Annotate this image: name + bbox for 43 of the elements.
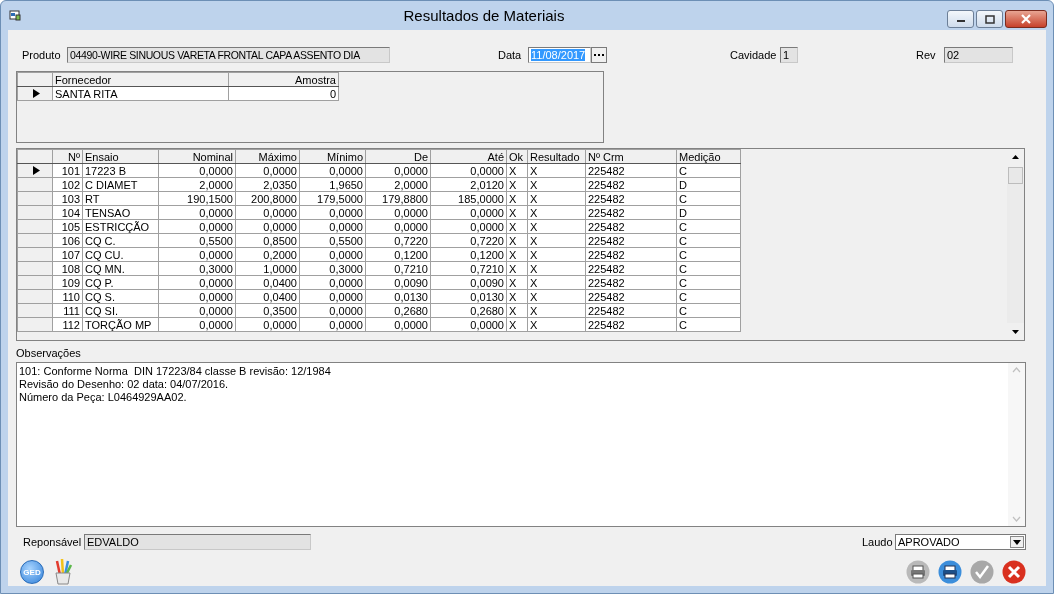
column-header[interactable]: Medição [676,149,741,164]
check-icon[interactable] [970,560,994,584]
column-header[interactable]: Amostra [228,72,339,87]
cancel-icon[interactable] [1002,560,1026,584]
column-header[interactable]: Ok [506,149,528,164]
pencil-cup-icon[interactable] [52,559,74,585]
column-header[interactable]: Fornecedor [52,72,229,87]
scroll-thumb[interactable] [1008,167,1023,184]
column-header[interactable]: Resultado [527,149,586,164]
current-row-icon [33,166,40,175]
minimize-button[interactable] [947,10,974,28]
column-header[interactable]: Nº [52,149,83,164]
column-header[interactable]: De [365,149,431,164]
column-header[interactable]: Mínimo [299,149,366,164]
maximize-icon [984,14,995,24]
responsible-field[interactable]: EDVALDO [84,534,311,550]
product-field[interactable]: 04490-WIRE SINUOUS VARETA FRONTAL CAPA ASSENTO DIA [67,47,390,63]
field-label: Reponsável [23,536,83,548]
ellipsis-icon [594,53,604,57]
printer-icon[interactable] [906,560,930,584]
printer-icon[interactable] [938,560,962,584]
maximize-button[interactable] [976,10,1003,28]
column-header[interactable]: Até [430,149,507,164]
field-label: Data [498,49,523,61]
column-header[interactable]: Ensaio [82,149,159,164]
observations-label: Observações [16,347,81,360]
cavity-field[interactable]: 1 [780,47,798,63]
dropdown-arrow-icon [1013,539,1021,545]
column-header[interactable]: Nº Crm [585,149,677,164]
column-header[interactable]: Máximo [235,149,300,164]
window-title: Resultados de Materiais [402,7,566,24]
field-label: Cavidade [730,49,778,61]
field-label: Rev [916,49,937,61]
app-icon [9,10,21,21]
field-label: Laudo [862,536,894,548]
report-dropdown[interactable]: APROVADO [895,534,1026,550]
current-row-icon [33,89,40,98]
close-icon [1020,14,1032,24]
date-picker-button[interactable] [591,47,607,63]
revision-field[interactable]: 02 [944,47,1013,63]
column-header[interactable]: Nominal [158,149,236,164]
field-label: Produto [22,49,62,61]
close-button[interactable] [1005,10,1047,28]
